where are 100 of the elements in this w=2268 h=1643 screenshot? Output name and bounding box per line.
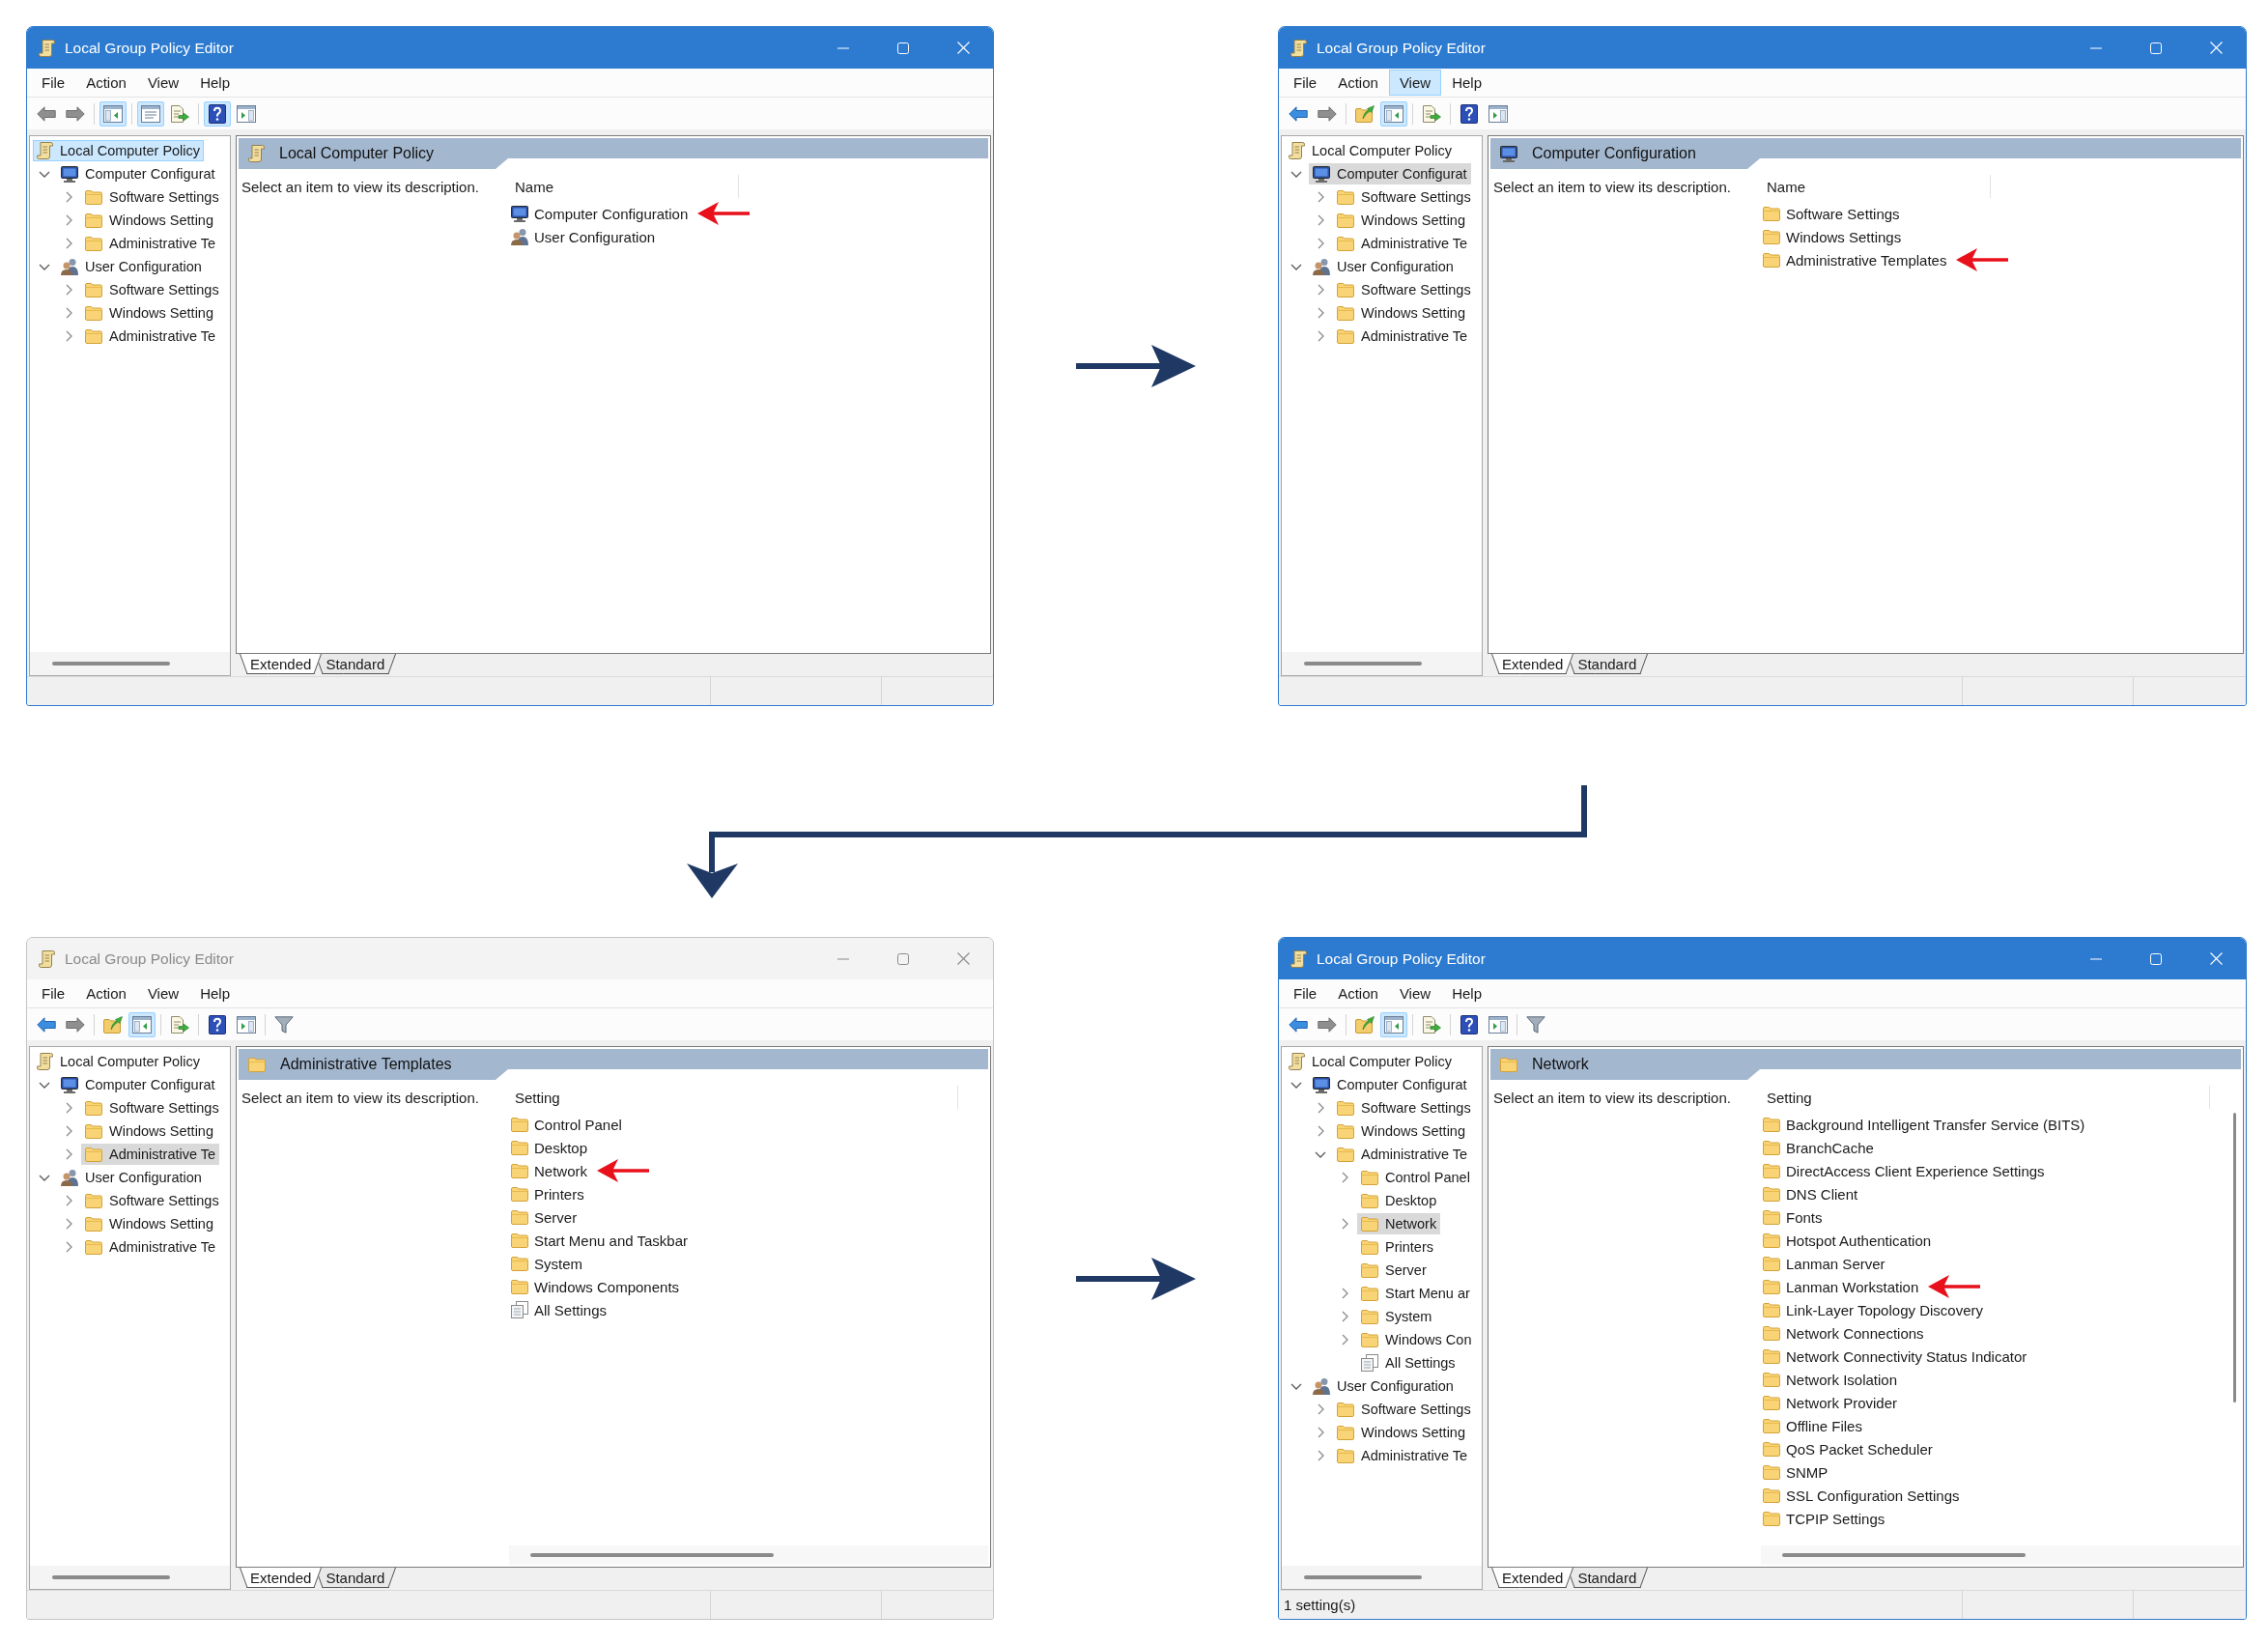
tree-item[interactable]: System: [1357, 1306, 1436, 1327]
tree-item[interactable]: Administrative Te: [1333, 1445, 1472, 1466]
tree-item[interactable]: All Settings: [1357, 1352, 1460, 1374]
menu-item[interactable]: Help: [189, 980, 241, 1006]
chevron-right-icon[interactable]: [1317, 191, 1324, 203]
chevron-right-icon[interactable]: [65, 330, 72, 342]
chevron-down-icon[interactable]: [1290, 1081, 1302, 1089]
tree-item[interactable]: Printers: [1357, 1236, 1437, 1258]
tree-item[interactable]: Server: [1357, 1260, 1431, 1281]
chevron-right-icon[interactable]: [1317, 214, 1324, 226]
horizontal-scrollbar[interactable]: [509, 1545, 988, 1565]
chevron-right-icon[interactable]: [1317, 1403, 1324, 1415]
list-item[interactable]: SNMP: [1761, 1461, 1830, 1483]
menu-item[interactable]: View: [1388, 70, 1442, 96]
chevron-right-icon[interactable]: [65, 238, 72, 249]
list-item[interactable]: Start Menu and Taskbar: [509, 1230, 690, 1251]
list-item[interactable]: Software Settings: [1761, 203, 1902, 224]
tree-item[interactable]: Software Settings: [1333, 186, 1475, 208]
tree-item[interactable]: Local Computer Policy: [33, 140, 205, 161]
menu-item[interactable]: View: [136, 70, 190, 96]
chevron-right-icon[interactable]: [1317, 1102, 1324, 1114]
tree-item[interactable]: Windows Setting: [1333, 1422, 1469, 1443]
chevron-right-icon[interactable]: [65, 1148, 72, 1160]
tree-item[interactable]: Local Computer Policy: [1285, 1051, 1457, 1072]
chevron-right-icon[interactable]: [1341, 1218, 1348, 1230]
tree-item[interactable]: Windows Con: [1357, 1329, 1476, 1350]
menu-item[interactable]: Help: [1441, 980, 1492, 1006]
help-button[interactable]: [204, 100, 231, 127]
tree-item[interactable]: Administrative Te: [1333, 1144, 1472, 1165]
tree-item[interactable]: Start Menu ar: [1357, 1283, 1474, 1304]
menu-item[interactable]: Action: [75, 980, 137, 1006]
column-header[interactable]: Name: [1761, 175, 1991, 198]
list-item[interactable]: Desktop: [509, 1137, 590, 1158]
list-item[interactable]: Administrative Templates: [1761, 249, 1949, 270]
chevron-right-icon[interactable]: [1341, 1288, 1348, 1299]
chevron-right-icon[interactable]: [65, 1195, 72, 1206]
list-item[interactable]: SSL Configuration Settings: [1761, 1485, 1962, 1506]
list-item[interactable]: User Configuration: [509, 226, 658, 247]
list-item[interactable]: DNS Client: [1761, 1183, 1860, 1204]
tree-item[interactable]: Local Computer Policy: [1285, 140, 1457, 161]
column-header[interactable]: Setting: [1761, 1086, 2210, 1109]
chevron-right-icon[interactable]: [1317, 1125, 1324, 1137]
list-item[interactable]: Lanman Workstation: [1761, 1276, 1921, 1297]
list-item[interactable]: Network: [509, 1160, 589, 1181]
scrollbar-thumb[interactable]: [52, 1575, 170, 1579]
chevron-right-icon[interactable]: [65, 1218, 72, 1230]
list-item[interactable]: Windows Settings: [1761, 226, 1904, 247]
tree-item[interactable]: Desktop: [1357, 1190, 1441, 1211]
chevron-down-icon[interactable]: [1290, 1382, 1302, 1390]
tree-item[interactable]: Administrative Te: [81, 326, 220, 347]
list-item[interactable]: Offline Files: [1761, 1415, 1864, 1436]
tree-item[interactable]: Software Settings: [1333, 1399, 1475, 1420]
chevron-right-icon[interactable]: [1317, 330, 1324, 342]
chevron-right-icon[interactable]: [1317, 1427, 1324, 1438]
chevron-down-icon[interactable]: [39, 1174, 50, 1181]
list-item[interactable]: TCPIP Settings: [1761, 1508, 1887, 1529]
tree-item[interactable]: Computer Configurat: [1309, 163, 1471, 184]
list-item[interactable]: Control Panel: [509, 1114, 624, 1135]
list-item[interactable]: System: [509, 1253, 584, 1274]
tree-item[interactable]: Windows Setting: [1333, 210, 1469, 231]
chevron-right-icon[interactable]: [1317, 1450, 1324, 1461]
chevron-right-icon[interactable]: [1317, 238, 1324, 249]
horizontal-scrollbar[interactable]: [30, 1566, 230, 1589]
list-item[interactable]: Fonts: [1761, 1206, 1825, 1228]
chevron-right-icon[interactable]: [65, 307, 72, 319]
chevron-down-icon[interactable]: [1290, 170, 1302, 178]
tree-item[interactable]: Administrative Te: [81, 1236, 220, 1258]
tree-item[interactable]: Computer Configurat: [57, 163, 219, 184]
tree-item[interactable]: Software Settings: [81, 1190, 223, 1211]
menu-item[interactable]: Action: [1327, 70, 1389, 96]
menu-item[interactable]: File: [1283, 980, 1328, 1006]
menu-item[interactable]: View: [136, 980, 190, 1006]
list-item[interactable]: Network Connectivity Status Indicator: [1761, 1346, 2029, 1367]
list-item[interactable]: Computer Configuration: [509, 203, 691, 224]
scrollbar-thumb[interactable]: [530, 1553, 774, 1557]
tree-item[interactable]: User Configuration: [57, 256, 206, 277]
chevron-down-icon[interactable]: [1315, 1150, 1326, 1158]
tree-item[interactable]: Computer Configurat: [1309, 1074, 1471, 1095]
tree-item[interactable]: User Configuration: [57, 1167, 206, 1188]
menu-item[interactable]: File: [31, 980, 76, 1006]
tree-item[interactable]: Windows Setting: [81, 210, 217, 231]
list-item[interactable]: Network Connections: [1761, 1322, 1926, 1344]
tree-item[interactable]: Administrative Te: [1333, 233, 1472, 254]
chevron-right-icon[interactable]: [1317, 307, 1324, 319]
chevron-right-icon[interactable]: [65, 1125, 72, 1137]
tree-item[interactable]: Windows Setting: [81, 302, 217, 324]
list-item[interactable]: Server: [509, 1206, 580, 1228]
chevron-down-icon[interactable]: [39, 1081, 50, 1089]
menu-item[interactable]: Action: [1327, 980, 1389, 1006]
tree-item[interactable]: Windows Setting: [1333, 302, 1469, 324]
horizontal-scrollbar[interactable]: [1761, 1545, 2241, 1565]
tree-item[interactable]: Software Settings: [1333, 1097, 1475, 1119]
list-item[interactable]: Hotspot Authentication: [1761, 1230, 1934, 1251]
tree-item[interactable]: Computer Configurat: [57, 1074, 219, 1095]
list-item[interactable]: Network Provider: [1761, 1392, 1900, 1413]
scrollbar-thumb[interactable]: [1304, 1575, 1422, 1579]
tree-item[interactable]: Software Settings: [81, 1097, 223, 1119]
tree-item[interactable]: Administrative Te: [1333, 326, 1472, 347]
scrollbar-thumb[interactable]: [1782, 1553, 2026, 1557]
tree-item[interactable]: Software Settings: [1333, 279, 1475, 300]
